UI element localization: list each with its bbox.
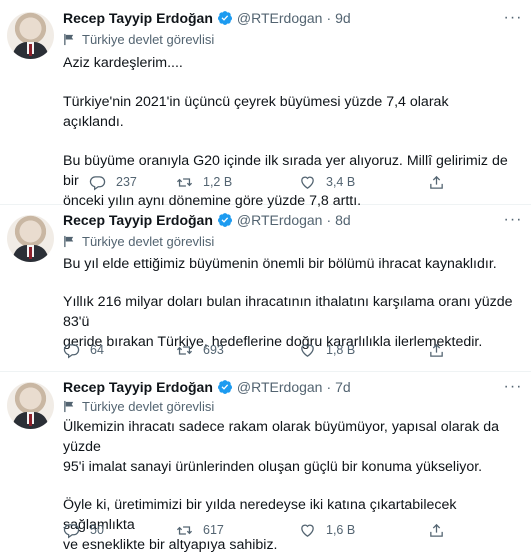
retweet-icon xyxy=(176,525,193,535)
tweet[interactable]: Recep Tayyip Erdoğan @RTErdogan · 7d ···… xyxy=(0,372,531,553)
separator: · xyxy=(326,10,332,26)
tweet[interactable]: Recep Tayyip Erdoğan @RTErdogan · 9d ···… xyxy=(0,0,531,209)
tweet-paragraph: Bu yıl elde ettiğimiz büyümenin önemli b… xyxy=(63,256,497,272)
like-button[interactable]: 3,4 B xyxy=(299,174,355,191)
tweet-feed: Recep Tayyip Erdoğan @RTErdogan · 9d ···… xyxy=(0,0,531,553)
tweet-actions: 237 1,2 B 3,4 B xyxy=(63,172,443,192)
author-handle[interactable]: @RTErdogan xyxy=(237,10,323,26)
verified-badge-icon xyxy=(217,380,232,394)
verified-badge-icon xyxy=(217,213,232,227)
reply-count: 64 xyxy=(90,343,104,357)
share-button[interactable] xyxy=(428,174,455,191)
reply-button[interactable]: 64 xyxy=(63,342,104,359)
tweet-actions: 50 617 1,6 B xyxy=(63,520,443,540)
tweet-paragraph: Ülkemizin ihracatı sadece rakam olarak b… xyxy=(63,419,500,475)
share-button[interactable] xyxy=(428,522,455,539)
tweet-actions: 64 693 1,8 B xyxy=(63,340,443,360)
timestamp[interactable]: 7d xyxy=(335,379,351,395)
flag-icon xyxy=(64,33,74,45)
like-count: 1,8 B xyxy=(326,343,356,357)
author-handle[interactable]: @RTErdogan xyxy=(237,379,323,395)
heart-icon xyxy=(301,344,314,357)
retweet-count: 617 xyxy=(203,523,224,537)
retweet-icon xyxy=(176,177,193,187)
retweet-icon xyxy=(176,345,193,355)
account-label-text: Türkiye devlet görevlisi xyxy=(82,233,215,249)
author-handle[interactable]: @RTErdogan xyxy=(237,212,323,228)
flag-icon xyxy=(64,235,74,247)
avatar[interactable] xyxy=(7,12,54,59)
tweet-text: Bu yıl elde ettiğimiz büyümenin önemli b… xyxy=(63,254,513,352)
reply-button[interactable]: 50 xyxy=(63,522,104,539)
retweet-count: 693 xyxy=(203,343,224,357)
heart-icon xyxy=(301,176,314,189)
reply-icon xyxy=(63,523,80,538)
like-button[interactable]: 1,8 B xyxy=(299,342,355,359)
account-label-text: Türkiye devlet görevlisi xyxy=(82,398,215,414)
share-button[interactable] xyxy=(428,342,455,359)
retweet-button[interactable]: 1,2 B xyxy=(176,174,232,191)
reply-button[interactable]: 237 xyxy=(89,174,137,191)
reply-count: 50 xyxy=(90,523,104,537)
verified-badge-icon xyxy=(217,11,232,25)
reply-count: 237 xyxy=(116,175,137,189)
retweet-button[interactable]: 617 xyxy=(176,522,224,539)
share-icon xyxy=(430,523,443,537)
share-icon xyxy=(430,343,443,357)
retweet-button[interactable]: 693 xyxy=(176,342,224,359)
flag-icon xyxy=(64,400,74,412)
timestamp[interactable]: 9d xyxy=(335,10,351,26)
tweet-paragraph: Aziz kardeşlerim.... xyxy=(63,55,183,71)
tweet[interactable]: Recep Tayyip Erdoğan @RTErdogan · 8d ···… xyxy=(0,205,531,372)
more-options-icon[interactable]: ··· xyxy=(503,210,523,230)
share-icon xyxy=(430,175,443,189)
more-options-icon[interactable]: ··· xyxy=(503,377,523,397)
account-label-text: Türkiye devlet görevlisi xyxy=(82,31,215,47)
tweet-paragraph: Türkiye'nin 2021'in üçüncü çeyrek büyüme… xyxy=(63,94,449,130)
like-button[interactable]: 1,6 B xyxy=(299,522,355,539)
avatar[interactable] xyxy=(7,215,54,262)
timestamp[interactable]: 8d xyxy=(335,212,351,228)
retweet-count: 1,2 B xyxy=(203,175,233,189)
account-label: Türkiye devlet görevlisi xyxy=(63,232,214,250)
like-count: 3,4 B xyxy=(326,175,356,189)
author-name[interactable]: Recep Tayyip Erdoğan xyxy=(63,10,213,26)
separator: · xyxy=(326,379,332,395)
more-options-icon[interactable]: ··· xyxy=(503,8,523,28)
account-label: Türkiye devlet görevlisi xyxy=(63,30,214,48)
like-count: 1,6 B xyxy=(326,523,356,537)
avatar[interactable] xyxy=(7,382,54,429)
reply-icon xyxy=(89,175,106,190)
author-name[interactable]: Recep Tayyip Erdoğan xyxy=(63,379,213,395)
account-label: Türkiye devlet görevlisi xyxy=(63,397,214,415)
author-name[interactable]: Recep Tayyip Erdoğan xyxy=(63,212,213,228)
separator: · xyxy=(326,212,332,228)
reply-icon xyxy=(63,343,80,358)
heart-icon xyxy=(301,524,314,537)
